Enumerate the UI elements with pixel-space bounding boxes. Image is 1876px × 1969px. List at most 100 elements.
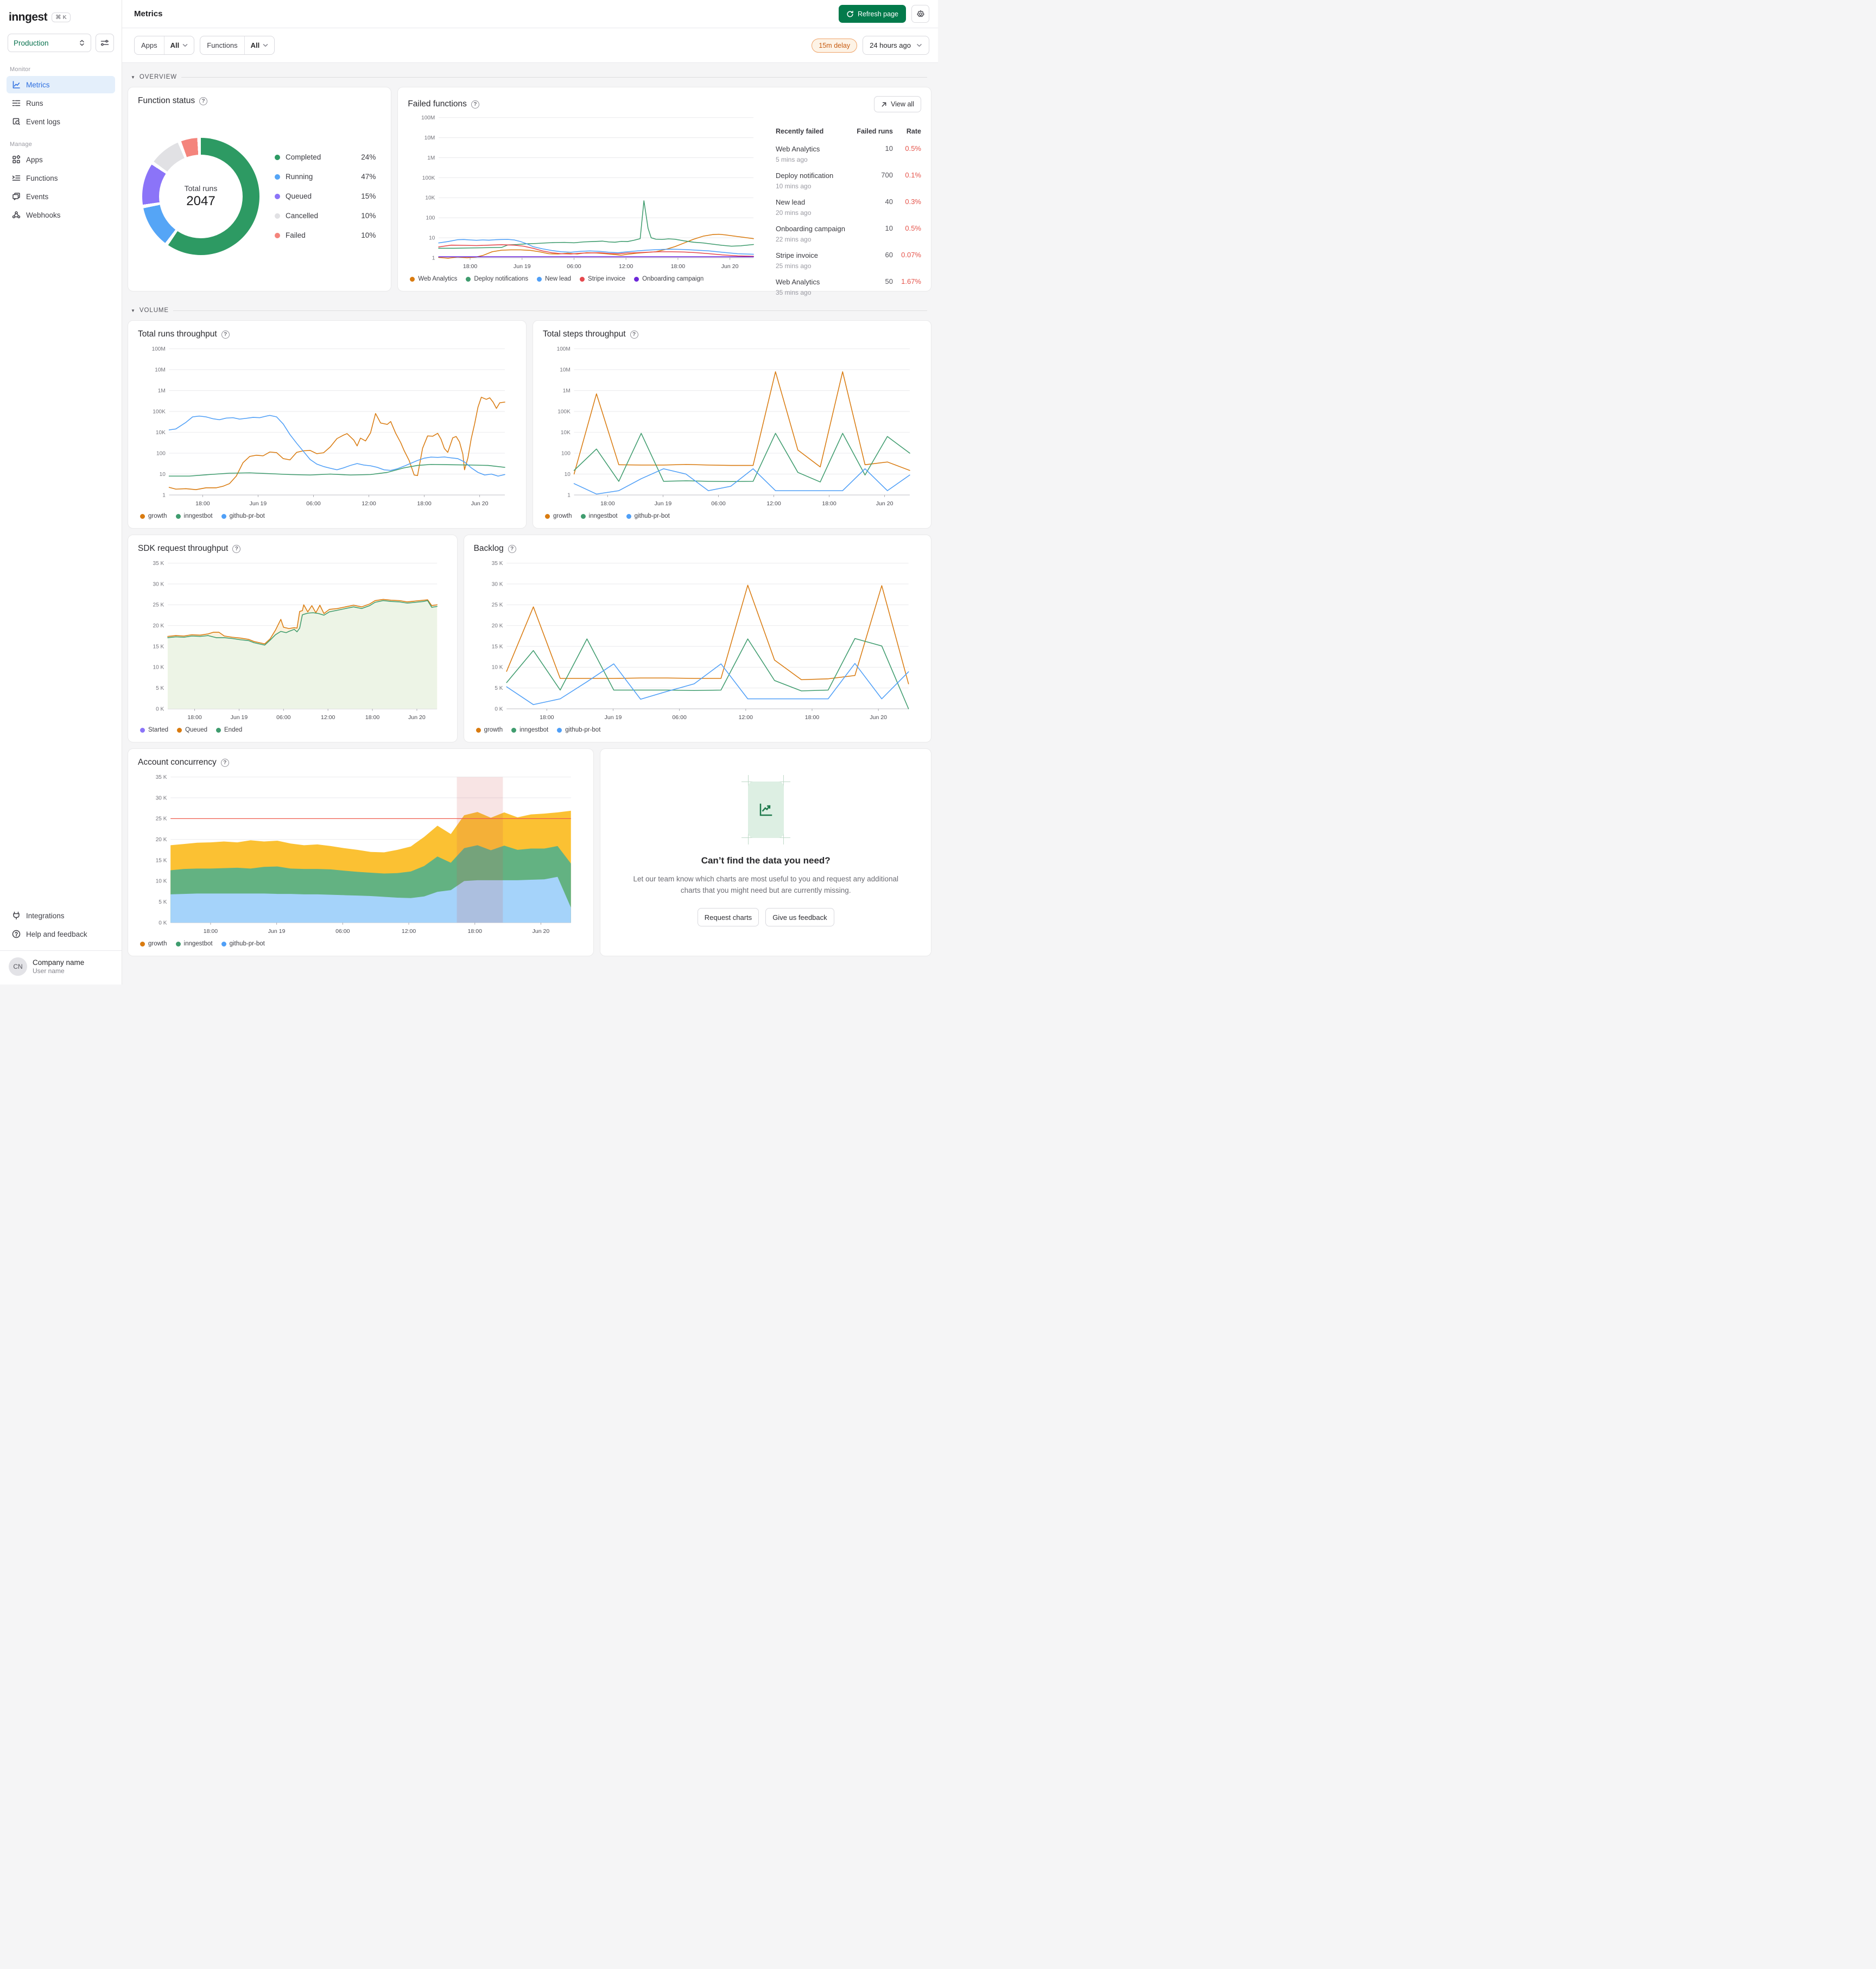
sidebar-item-label: Help and feedback <box>26 930 87 938</box>
svg-text:0 K: 0 K <box>159 920 167 926</box>
sidebar-item-apps[interactable]: Apps <box>7 151 115 168</box>
card-title: Failed functions <box>408 99 467 109</box>
svg-text:18:00: 18:00 <box>468 928 483 935</box>
volume-section-header[interactable]: ▼ VOLUME <box>128 297 931 320</box>
legend-item[interactable]: growth <box>140 513 167 519</box>
time-range-select[interactable]: 24 hours ago <box>863 36 929 55</box>
legend-item[interactable]: Cancelled 10% <box>275 212 376 220</box>
svg-text:35 K: 35 K <box>153 561 164 567</box>
sidebar-item-functions[interactable]: Functions <box>7 169 115 187</box>
legend-item[interactable]: Web Analytics <box>410 276 457 282</box>
nav-section-title: Manage <box>10 141 33 148</box>
request-charts-button[interactable]: Request charts <box>697 908 759 927</box>
sidebar-item-webhooks[interactable]: Webhooks <box>7 206 115 224</box>
svg-text:25 K: 25 K <box>153 602 164 608</box>
legend-item[interactable]: Stripe invoice <box>580 276 625 282</box>
svg-text:30 K: 30 K <box>156 795 167 801</box>
legend-item[interactable]: github-pr-bot <box>626 513 670 519</box>
user-name: User name <box>33 967 65 975</box>
help-icon[interactable]: ? <box>199 97 208 105</box>
recently-failed-table: Recently failed Failed runs Rate Web Ana… <box>776 113 921 296</box>
table-row[interactable]: Onboarding campaign 22 mins ago 10 0.5% <box>776 220 921 247</box>
help-icon[interactable]: ? <box>220 758 229 767</box>
legend-item[interactable]: Queued <box>177 727 207 733</box>
sidebar-item-help-feedback[interactable]: Help and feedback <box>7 925 115 943</box>
svg-text:10 K: 10 K <box>153 665 164 671</box>
svg-text:Jun 20: Jun 20 <box>876 500 893 507</box>
legend-item[interactable]: inngestbot <box>580 513 618 519</box>
table-row[interactable]: Web Analytics 35 mins ago 50 1.67% <box>776 274 921 300</box>
account-menu[interactable]: CN Company name User name <box>0 951 122 979</box>
settings-button[interactable] <box>911 5 929 23</box>
failed-functions-chart[interactable]: 1 10 100 10K 100K 1M 10M 100M 18:00 Jun 19 06:00 12… <box>408 113 765 271</box>
legend-item[interactable]: Onboarding campaign <box>634 276 704 282</box>
sidebar-item-events[interactable]: Events <box>7 188 115 205</box>
table-row[interactable]: Deploy notification 10 mins ago 700 0.1% <box>776 167 921 194</box>
svg-text:20 K: 20 K <box>156 837 167 843</box>
legend-item[interactable]: inngestbot <box>511 727 548 733</box>
svg-text:18:00: 18:00 <box>463 263 478 270</box>
help-icon[interactable]: ? <box>508 544 516 553</box>
svg-text:35 K: 35 K <box>156 774 167 780</box>
refresh-page-button[interactable]: Refresh page <box>838 5 906 23</box>
help-icon[interactable]: ? <box>630 330 638 339</box>
environment-select[interactable]: Production <box>8 34 91 52</box>
table-row[interactable]: Web Analytics 5 mins ago 10 0.5% <box>776 141 921 167</box>
legend-item[interactable]: github-pr-bot <box>221 513 265 519</box>
svg-text:18:00: 18:00 <box>822 500 836 507</box>
chart-placeholder-icon <box>741 774 790 844</box>
sidebar-nav-footer: Integrations Help and feedback <box>0 901 122 945</box>
svg-text:100K: 100K <box>422 175 435 181</box>
svg-text:15 K: 15 K <box>156 858 167 863</box>
svg-text:25 K: 25 K <box>491 602 503 608</box>
backlog-chart[interactable]: 0 K 5 K 10 K 15 K 20 K 25 K 30 K 35 K 18:00 Jun 1… <box>474 559 921 722</box>
apps-filter[interactable]: Apps All <box>134 36 195 55</box>
legend-item[interactable]: Ended <box>216 727 242 733</box>
legend-item[interactable]: growth <box>140 941 167 947</box>
environment-filter-button[interactable] <box>96 34 114 52</box>
legend-item[interactable]: growth <box>545 513 572 519</box>
sdk-request-legend: Started Queued Ended <box>138 722 447 733</box>
legend-item[interactable]: Completed 24% <box>275 153 376 161</box>
legend-item[interactable]: inngestbot <box>175 941 213 947</box>
legend-item[interactable]: github-pr-bot <box>557 727 600 733</box>
legend-item[interactable]: inngestbot <box>175 513 213 519</box>
account-concurrency-chart[interactable]: 0 K 5 K 10 K 15 K 20 K 25 K 30 K 35 K 18:00 Jun 1… <box>138 773 584 936</box>
gear-icon <box>917 10 924 17</box>
total-runs-chart[interactable]: 1 10 100 10K 100K 1M 10M 100M 18:00 Jun 19 06:00 12… <box>138 345 516 509</box>
updown-chevron-icon <box>80 40 84 46</box>
svg-text:Jun 20: Jun 20 <box>408 714 426 721</box>
legend-item[interactable]: Deploy notifications <box>466 276 528 282</box>
legend-item[interactable]: github-pr-bot <box>221 941 265 947</box>
sidebar: inngest ⌘ K Production Monitor Metrics Ru… <box>0 0 122 984</box>
view-all-button[interactable]: View all <box>874 96 921 112</box>
legend-item[interactable]: Failed 10% <box>275 231 376 239</box>
table-row[interactable]: New lead 20 mins ago 40 0.3% <box>776 194 921 220</box>
svg-text:Jun 19: Jun 19 <box>231 714 248 721</box>
sidebar-item-integrations[interactable]: Integrations <box>7 907 115 924</box>
sidebar-item-label: Functions <box>26 174 58 182</box>
help-icon[interactable]: ? <box>221 330 230 339</box>
sidebar-item-runs[interactable]: Runs <box>7 94 115 112</box>
sidebar-item-event-logs[interactable]: Event logs <box>7 113 115 130</box>
sidebar-item-metrics[interactable]: Metrics <box>7 76 115 93</box>
svg-text:1: 1 <box>162 492 166 498</box>
functions-filter-label: Functions <box>200 36 245 54</box>
svg-text:10 K: 10 K <box>491 665 503 671</box>
sidebar-item-label: Events <box>26 192 49 201</box>
overview-section-header[interactable]: ▼ OVERVIEW <box>128 68 931 87</box>
command-k-shortcut[interactable]: ⌘ K <box>52 12 71 22</box>
functions-filter[interactable]: Functions All <box>200 36 275 55</box>
total-steps-chart[interactable]: 1 10 100 10K 100K 1M 10M 100M 18:00 Jun 19 06:00 12… <box>543 345 921 509</box>
legend-item[interactable]: Running 47% <box>275 173 376 181</box>
help-icon[interactable]: ? <box>232 544 241 553</box>
help-icon[interactable]: ? <box>471 100 479 109</box>
svg-text:18:00: 18:00 <box>187 714 202 721</box>
legend-item[interactable]: growth <box>476 727 503 733</box>
legend-item[interactable]: Queued 15% <box>275 192 376 200</box>
legend-item[interactable]: New lead <box>537 276 571 282</box>
sdk-request-chart[interactable]: 0 K 5 K 10 K 15 K 20 K 25 K 30 K 35 K 18:00 Jun 1… <box>138 559 447 722</box>
table-row[interactable]: Stripe invoice 25 mins ago 60 0.07% <box>776 247 921 274</box>
give-feedback-button[interactable]: Give us feedback <box>765 908 834 927</box>
legend-item[interactable]: Started <box>140 727 168 733</box>
